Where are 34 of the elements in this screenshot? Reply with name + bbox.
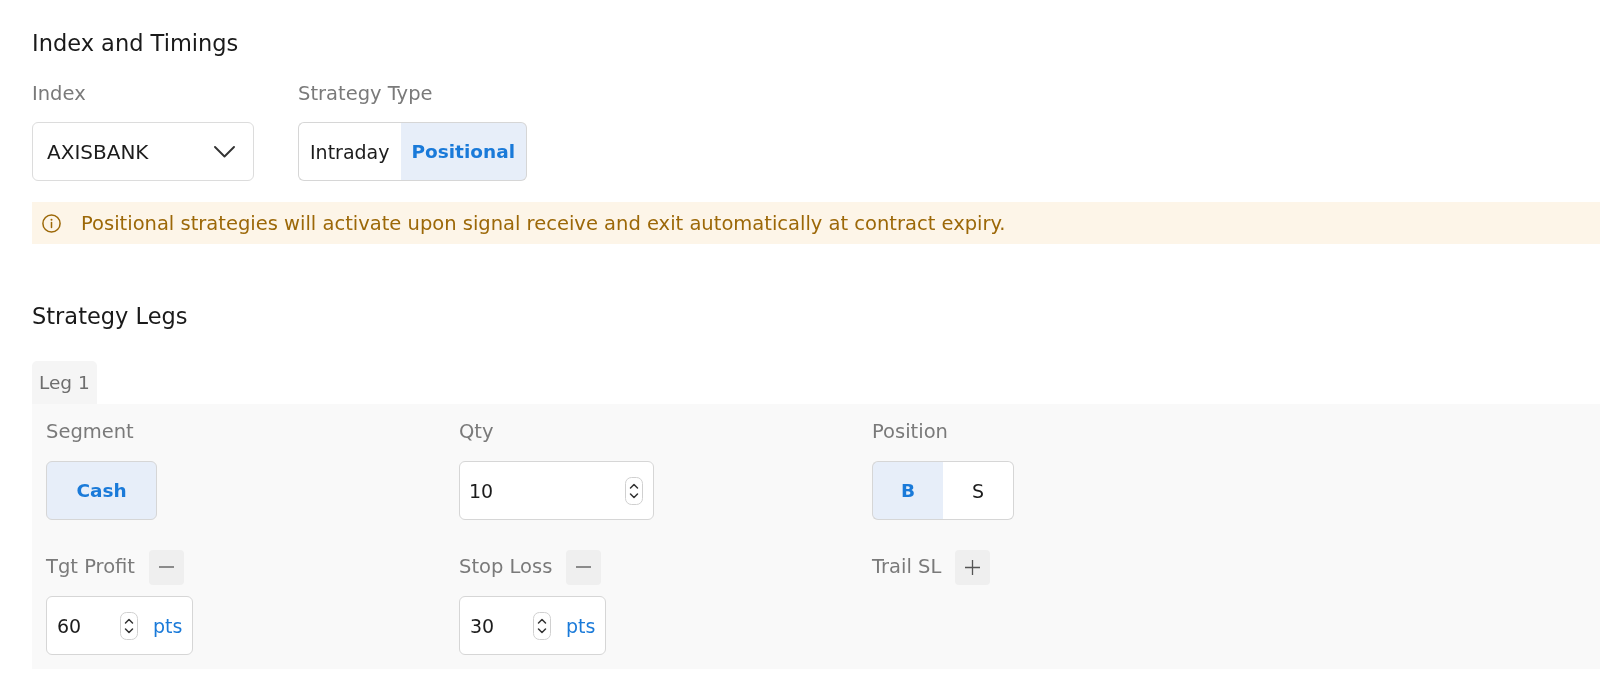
chevron-down-icon	[214, 145, 235, 158]
stepper-icon[interactable]	[625, 476, 643, 505]
field-label: Stop Loss	[459, 555, 553, 579]
stepper-icon[interactable]	[533, 611, 551, 640]
option-button[interactable]: Cash	[46, 461, 157, 520]
field-label: Strategy Type	[298, 82, 433, 106]
remove-button[interactable]	[566, 549, 602, 585]
field-label: Segment	[46, 420, 134, 444]
leg-tab[interactable]: Leg 1	[32, 361, 97, 404]
option-button[interactable]: B	[872, 461, 943, 520]
index-dropdown[interactable]: AXISBANK	[32, 122, 254, 181]
plus-icon	[965, 559, 981, 575]
field-label: Index	[32, 82, 86, 106]
section-heading: Index and Timings	[32, 29, 239, 57]
field-label: Qty	[459, 420, 494, 444]
remove-button[interactable]	[149, 549, 184, 585]
info-icon	[42, 213, 61, 233]
section-heading: Strategy Legs	[32, 302, 188, 330]
unit-selector[interactable]: pts	[566, 614, 596, 637]
number-input[interactable]: 60 pts	[46, 596, 193, 655]
notice-text: Positional strategies will activate upon signal receive and exit automatically at contract expiry.	[81, 211, 1006, 235]
option-button[interactable]: S	[943, 461, 1014, 520]
minus-icon	[576, 566, 592, 568]
field-label: Position	[872, 420, 948, 444]
minus-icon	[159, 566, 174, 568]
stepper-icon[interactable]	[120, 611, 138, 640]
number-input[interactable]: 30 pts	[459, 596, 606, 655]
option-button[interactable]: Positional	[400, 122, 527, 181]
add-button[interactable]	[955, 549, 991, 585]
unit-selector[interactable]: pts	[153, 614, 183, 637]
field-label: Trail SL	[872, 555, 942, 579]
field-label: Tgt Profit	[46, 555, 135, 579]
option-button[interactable]: Intraday	[298, 122, 401, 181]
number-input[interactable]: 10	[459, 461, 654, 520]
